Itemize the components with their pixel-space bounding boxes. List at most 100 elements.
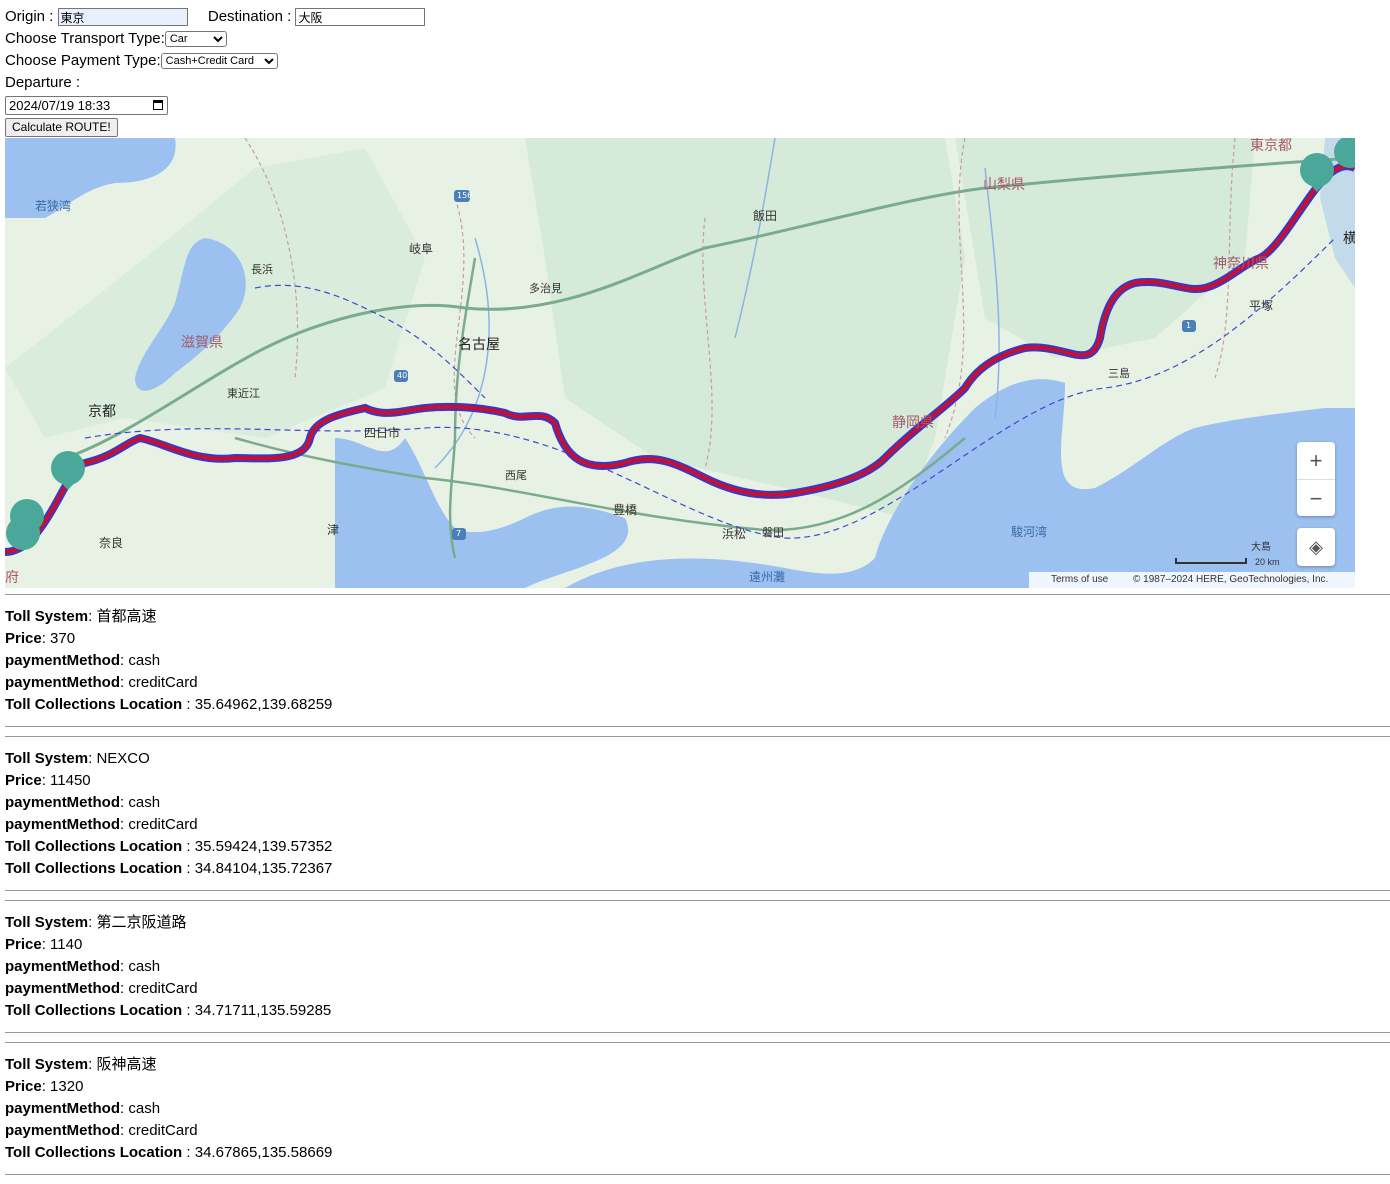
toll-system-value: NEXCO — [96, 750, 150, 767]
origin-input[interactable] — [57, 8, 188, 27]
transport-label: Choose Transport Type: — [5, 30, 165, 47]
price-label: Price — [5, 772, 42, 789]
terms-of-use-link[interactable]: Terms of use — [1051, 574, 1108, 585]
payment-method-value: creditCard — [128, 980, 198, 997]
map-label: 駿河湾 — [1011, 525, 1048, 539]
payment-method-label: paymentMethod — [5, 674, 121, 691]
price-value: 11450 — [50, 772, 91, 789]
toll-results: Toll System: 首都高速 Price: 370 paymentMeth… — [5, 594, 1390, 1184]
price-line: Price: 1320 — [5, 1078, 84, 1095]
map-label: 滋賀県 — [181, 335, 223, 351]
zoom-control: + − — [1297, 442, 1335, 516]
location-line: Toll Collections Location : 35.64962,139… — [5, 696, 333, 713]
payment-method-line: paymentMethod: creditCard — [5, 1122, 198, 1139]
location-label: Toll Collections Location — [5, 1144, 183, 1161]
map-label: 大島 — [1251, 542, 1271, 553]
price-label: Price — [5, 630, 42, 647]
map-label: 平塚 — [1249, 299, 1274, 313]
price-label: Price — [5, 1078, 42, 1095]
toll-result: Toll System: 首都高速 Price: 370 paymentMeth… — [5, 594, 1390, 727]
toll-marker[interactable] — [51, 451, 85, 490]
toll-system-line: Toll System: 阪神高速 — [5, 1056, 157, 1073]
location-value: 34.71711,135.59285 — [194, 1002, 332, 1019]
map-label: 四日市 — [364, 426, 401, 440]
zoom-out-button[interactable]: − — [1297, 480, 1335, 517]
payment-method-line: paymentMethod: cash — [5, 1100, 161, 1117]
calendar-icon[interactable] — [153, 99, 163, 110]
location-value: 34.67865,135.58669 — [194, 1144, 333, 1161]
toll-system-label: Toll System — [5, 914, 89, 931]
payment-method-value: cash — [128, 794, 161, 811]
price-value: 1140 — [50, 936, 83, 953]
scale-label: 20 km — [1255, 557, 1280, 567]
price-line: Price: 11450 — [5, 772, 91, 789]
location-value: 35.59424,139.57352 — [194, 838, 333, 855]
map-canvas — [5, 138, 1355, 588]
map-label: 遠州灘 — [749, 570, 786, 584]
destination-label: Destination : — [207, 8, 292, 25]
origin-row: Origin : Destination : — [5, 6, 1390, 28]
location-label: Toll Collections Location — [5, 838, 183, 855]
toll-result: Toll System: NEXCO Price: 11450 paymentM… — [5, 736, 1390, 891]
payment-method-value: cash — [128, 958, 161, 975]
map-label: 若狭湾 — [35, 199, 72, 213]
toll-system-label: Toll System — [5, 608, 89, 625]
map-label: 津 — [327, 523, 340, 537]
toll-system-label: Toll System — [5, 750, 89, 767]
layers-button[interactable]: ◈ — [1297, 528, 1335, 566]
toll-system-value: 首都高速 — [96, 608, 157, 625]
price-value: 1320 — [50, 1078, 84, 1095]
location-line: Toll Collections Location : 34.84104,135… — [5, 860, 333, 877]
location-line: Toll Collections Location : 34.71711,135… — [5, 1002, 332, 1019]
origin-label: Origin : — [5, 8, 54, 25]
payment-method-line: paymentMethod: creditCard — [5, 816, 198, 833]
payment-method-value: cash — [128, 652, 161, 669]
departure-row: Departure : — [5, 72, 1390, 94]
map-label: 横 — [1343, 231, 1355, 247]
payment-method-value: creditCard — [128, 816, 198, 833]
shield-label: 156 — [457, 191, 473, 200]
departure-datetime-input[interactable]: 2024/07/19 18:33 — [5, 95, 168, 115]
payment-select[interactable]: Cash+Credit Card — [160, 53, 278, 70]
payment-method-label: paymentMethod — [5, 652, 121, 669]
toll-result: Toll System: 阪神高速 Price: 1320 paymentMet… — [5, 1042, 1390, 1175]
calculate-route-button[interactable]: Calculate ROUTE! — [5, 117, 118, 137]
toll-system-line: Toll System: 第二京阪道路 — [5, 914, 187, 931]
location-value: 35.64962,139.68259 — [194, 696, 333, 713]
price-value: 370 — [50, 630, 76, 647]
payment-method-line: paymentMethod: cash — [5, 652, 161, 669]
payment-method-label: paymentMethod — [5, 1100, 121, 1117]
location-label: Toll Collections Location — [5, 696, 183, 713]
route-map[interactable]: 156 40 7 1 東京都 山梨県 飯田 若狭湾 岐阜 長浜 多治見 滋賀県 … — [5, 138, 1355, 588]
map-label: 神奈川県 — [1213, 256, 1269, 272]
map-label: 飯田 — [753, 209, 778, 223]
copyright-text: © 1987–2024 HERE, GeoTechnologies, Inc. — [1133, 574, 1329, 585]
zoom-in-button[interactable]: + — [1297, 442, 1335, 480]
toll-marker[interactable] — [6, 516, 40, 550]
map-label: 三島 — [1108, 367, 1130, 380]
payment-method-line: paymentMethod: creditCard — [5, 674, 198, 691]
map-label: 東近江 — [227, 387, 260, 400]
map-label: 岐阜 — [409, 242, 434, 256]
destination-input[interactable] — [295, 8, 426, 27]
location-label: Toll Collections Location — [5, 860, 183, 877]
payment-method-line: paymentMethod: cash — [5, 958, 161, 975]
payment-method-label: paymentMethod — [5, 958, 121, 975]
shield-label: 40 — [397, 371, 408, 380]
shield-label: 7 — [456, 529, 462, 538]
map-label: 東京都 — [1250, 138, 1292, 154]
map-label: 奈良 — [99, 536, 124, 550]
transport-row: Choose Transport Type: Car — [5, 28, 1390, 50]
payment-method-label: paymentMethod — [5, 1122, 121, 1139]
departure-value: 2024/07/19 18:33 — [9, 97, 111, 113]
map-label: 西尾 — [505, 469, 527, 482]
toll-system-value: 第二京阪道路 — [96, 914, 187, 931]
route-form: Origin : Destination : Choose Transport … — [5, 6, 1390, 138]
toll-system-line: Toll System: 首都高速 — [5, 608, 157, 625]
payment-method-line: paymentMethod: cash — [5, 794, 161, 811]
map-label: 長浜 — [251, 263, 273, 276]
payment-row: Choose Payment Type: Cash+Credit Card — [5, 50, 1390, 72]
transport-select[interactable]: Car — [164, 31, 227, 48]
payment-label: Choose Payment Type: — [5, 52, 161, 69]
map-label: 浜松 — [722, 527, 747, 541]
